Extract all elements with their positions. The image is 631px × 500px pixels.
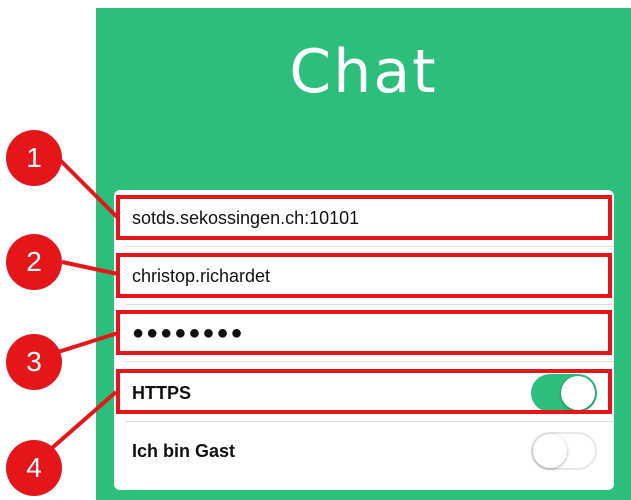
callout-line-1 (56, 156, 120, 220)
callout-badge-3: 3 (6, 334, 62, 390)
callout-badge-1: 1 (6, 130, 62, 186)
callout-line-4 (50, 390, 118, 450)
callout-badge-2: 2 (6, 234, 62, 290)
callout-line-2 (61, 260, 119, 276)
callout-lines (50, 156, 120, 450)
callout-badge-4: 4 (6, 440, 62, 496)
callout-line-3 (57, 331, 119, 354)
